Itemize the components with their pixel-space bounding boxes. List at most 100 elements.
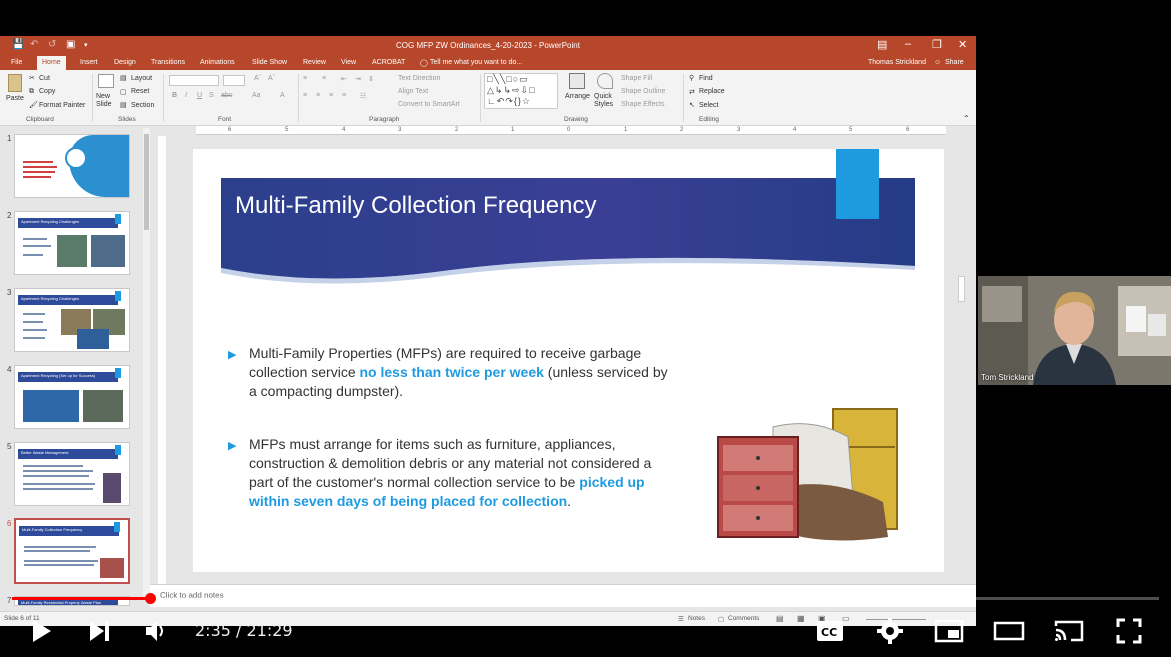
text-direction-button[interactable]: Text Direction xyxy=(398,75,440,82)
new-slide-button[interactable]: New Slide xyxy=(96,93,118,109)
slide-sorter-icon[interactable]: ▦ xyxy=(797,614,805,623)
bullet-1[interactable]: ▶ Multi-Family Properties (MFPs) are req… xyxy=(228,344,679,401)
notes-pane[interactable]: Click to add notes xyxy=(150,584,976,607)
paste-button[interactable]: Paste xyxy=(6,95,24,102)
align-right-icon[interactable]: ≡ xyxy=(329,92,333,99)
shape-fill-button[interactable]: Shape Fill xyxy=(621,75,652,82)
bullets-icon[interactable]: ≡ xyxy=(303,75,307,82)
select-icon[interactable]: ↖ xyxy=(689,101,695,109)
ribbon-display-icon[interactable]: ▤ xyxy=(877,38,887,51)
font-family-select[interactable] xyxy=(169,75,219,86)
slide-scrollbar-thumb[interactable] xyxy=(958,276,965,302)
tab-slide-show[interactable]: Slide Show xyxy=(252,59,287,66)
progress-bar[interactable] xyxy=(12,597,1159,600)
cast-icon[interactable] xyxy=(1053,618,1085,644)
font-size-select[interactable] xyxy=(223,75,245,86)
shape-effects-button[interactable]: Shape Effects xyxy=(621,101,664,108)
italic-icon[interactable]: I xyxy=(185,92,187,99)
convert-smartart-button[interactable]: Convert to SmartArt xyxy=(398,101,460,108)
shape-outline-button[interactable]: Shape Outline xyxy=(621,88,665,95)
line-spacing-icon[interactable]: ⇕ xyxy=(368,75,374,83)
tab-insert[interactable]: Insert xyxy=(80,59,98,66)
quick-styles-icon[interactable] xyxy=(597,73,613,89)
grow-font-icon[interactable]: Aˆ xyxy=(254,75,261,82)
layout-button[interactable]: Layout xyxy=(131,75,152,82)
tab-home[interactable]: Home xyxy=(37,56,66,70)
copy-icon[interactable]: ⧉ xyxy=(29,88,34,96)
share-button[interactable]: Share xyxy=(945,59,964,66)
slide-thumbnail-1[interactable] xyxy=(14,134,130,198)
tab-design[interactable]: Design xyxy=(114,59,136,66)
comments-icon[interactable]: ▢ xyxy=(718,615,724,623)
columns-icon[interactable]: ☷ xyxy=(360,92,366,100)
format-painter-icon[interactable]: 🖌 xyxy=(29,101,38,109)
maximize-icon[interactable]: ❐ xyxy=(932,38,942,51)
tab-acrobat[interactable]: ACROBAT xyxy=(372,59,405,66)
copy-button[interactable]: Copy xyxy=(39,88,55,95)
notes-icon[interactable]: ☰ xyxy=(678,615,684,623)
replace-button[interactable]: Replace xyxy=(699,88,725,95)
justify-icon[interactable]: ≡ xyxy=(342,92,346,99)
new-slide-icon[interactable] xyxy=(98,74,114,88)
align-left-icon[interactable]: ≡ xyxy=(303,92,307,99)
notes-button[interactable]: Notes xyxy=(688,615,705,622)
find-icon[interactable]: ⚲ xyxy=(689,74,694,82)
bullet-2[interactable]: ▶ MFPs must arrange for items such as fu… xyxy=(228,435,679,511)
align-text-button[interactable]: Align Text xyxy=(398,88,428,95)
format-painter-button[interactable]: Format Painter xyxy=(39,102,85,109)
tab-review[interactable]: Review xyxy=(303,59,326,66)
minimize-icon[interactable]: – xyxy=(905,38,911,50)
find-button[interactable]: Find xyxy=(699,75,713,82)
bold-icon[interactable]: B xyxy=(172,92,177,99)
numbering-icon[interactable]: ≡ xyxy=(322,75,326,82)
shapes-gallery[interactable]: □╲╲□○▭ △↳↳⇨⇩□ ∟↶↷{}☆ xyxy=(484,73,558,109)
align-center-icon[interactable]: ≡ xyxy=(316,92,320,99)
cut-icon[interactable]: ✂ xyxy=(29,74,35,82)
cut-button[interactable]: Cut xyxy=(39,75,50,82)
slide-title[interactable]: Multi-Family Collection Frequency xyxy=(235,192,596,220)
reset-icon[interactable]: ▢ xyxy=(120,88,127,96)
tab-animations[interactable]: Animations xyxy=(200,59,235,66)
slide[interactable]: Multi-Family Collection Frequency ▶ Mult… xyxy=(193,149,944,572)
comments-button[interactable]: Comments xyxy=(728,615,759,622)
slide-thumbnail-6[interactable]: Multi-Family Collection Frequency xyxy=(14,518,130,584)
quick-styles-button[interactable]: Quick Styles xyxy=(594,93,616,109)
slide-thumbnail-3[interactable]: Apartment Recycling Challenges xyxy=(14,288,130,352)
outdent-icon[interactable]: ⇥ xyxy=(355,75,361,83)
theater-mode-icon[interactable] xyxy=(993,618,1025,644)
next-icon[interactable] xyxy=(87,618,113,644)
miniplayer-icon[interactable] xyxy=(934,618,964,644)
tab-view[interactable]: View xyxy=(341,59,356,66)
shadow-icon[interactable]: S xyxy=(209,92,214,99)
replace-icon[interactable]: ⇄ xyxy=(689,88,695,96)
user-name[interactable]: Thomas Strickland xyxy=(868,59,926,66)
slide-thumbnail-2[interactable]: Apartment Recycling Challenges xyxy=(14,211,130,275)
scrollbar-thumb[interactable] xyxy=(144,134,149,230)
layout-icon[interactable]: ▤ xyxy=(120,74,127,82)
slide-thumbnail-5[interactable]: Better Waste Management xyxy=(14,442,130,506)
arrange-icon[interactable] xyxy=(569,73,585,89)
tab-file[interactable]: File xyxy=(11,59,22,66)
volume-icon[interactable] xyxy=(143,618,169,644)
section-button[interactable]: Section xyxy=(131,102,154,109)
tell-me-input[interactable]: Tell me what you want to do... xyxy=(430,59,522,66)
underline-icon[interactable]: U xyxy=(197,92,202,99)
tab-transitions[interactable]: Transitions xyxy=(151,59,185,66)
reset-button[interactable]: Reset xyxy=(131,88,149,95)
play-icon[interactable] xyxy=(28,618,54,644)
slide-thumbnail-4[interactable]: Apartment Recycling (Set up for Success) xyxy=(14,365,130,429)
normal-view-icon[interactable]: ▤ xyxy=(776,614,784,623)
indent-icon[interactable]: ⇤ xyxy=(341,75,347,83)
font-color-icon[interactable]: A xyxy=(280,92,285,99)
progress-scrubber[interactable] xyxy=(144,593,156,604)
section-icon[interactable]: ▤ xyxy=(120,101,127,109)
select-button[interactable]: Select xyxy=(699,102,718,109)
share-icon[interactable]: ☺ xyxy=(934,59,941,66)
arrange-button[interactable]: Arrange xyxy=(565,93,590,100)
shrink-font-icon[interactable]: Aˇ xyxy=(268,75,275,82)
strikethrough-icon[interactable]: abc xyxy=(221,92,232,99)
collapse-ribbon-icon[interactable]: ⌃ xyxy=(963,114,970,123)
close-icon[interactable]: ✕ xyxy=(958,38,967,51)
captions-icon[interactable]: CC xyxy=(815,618,845,644)
paste-icon[interactable] xyxy=(8,74,22,92)
